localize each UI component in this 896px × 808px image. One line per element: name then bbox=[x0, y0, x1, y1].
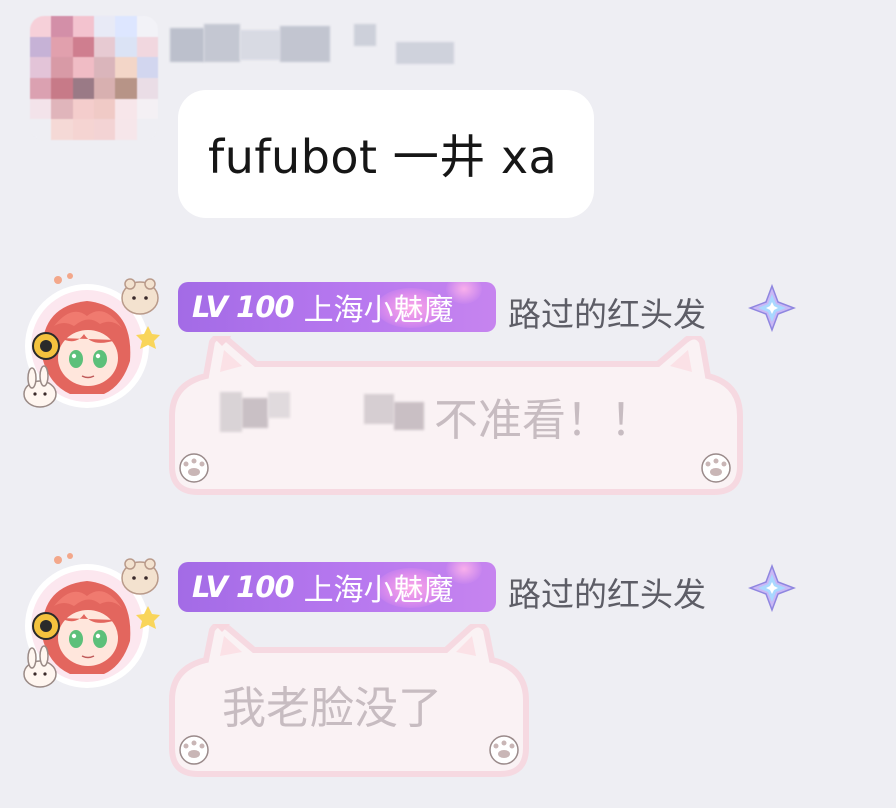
avatar[interactable] bbox=[12, 546, 162, 696]
paw-icon bbox=[179, 453, 209, 483]
honor-title: 路过的红头发 bbox=[508, 295, 706, 334]
message-text: fufubot 一井 xa bbox=[208, 130, 558, 184]
paw-icon bbox=[179, 735, 209, 765]
message-bubble[interactable]: fufubot 一井 xa bbox=[178, 90, 594, 218]
message-bubble[interactable]: 不准看！！ bbox=[164, 336, 748, 500]
chat-message-1: fufubot 一井 xa bbox=[0, 0, 896, 230]
chat-message-3: LV 100 上海小魅魔 路过的红头发 我老脸没了 bbox=[0, 538, 896, 798]
crystal-diamond-icon bbox=[748, 564, 796, 612]
chat-message-2: LV 100 上海小魅魔 路过的红头发 不准看！！ bbox=[0, 258, 896, 508]
message-text: 我老脸没了 bbox=[222, 683, 442, 734]
paw-icon bbox=[701, 453, 731, 483]
paw-icon bbox=[489, 735, 519, 765]
message-text: 不准看！！ bbox=[434, 395, 654, 446]
level-label: LV 100 bbox=[192, 290, 295, 324]
message-bubble[interactable]: 我老脸没了 bbox=[164, 624, 534, 782]
sender-name-blurred[interactable] bbox=[170, 20, 470, 66]
group-title: 上海小魅魔 bbox=[303, 293, 454, 328]
honor-title: 路过的红头发 bbox=[508, 575, 706, 614]
group-title: 上海小魅魔 bbox=[303, 573, 454, 608]
avatar-blurred[interactable] bbox=[30, 16, 158, 140]
level-badge: LV 100 上海小魅魔 bbox=[178, 562, 496, 612]
avatar[interactable] bbox=[12, 266, 162, 416]
level-badge: LV 100 上海小魅魔 bbox=[178, 282, 496, 332]
level-label: LV 100 bbox=[192, 570, 295, 604]
crystal-diamond-icon bbox=[748, 284, 796, 332]
